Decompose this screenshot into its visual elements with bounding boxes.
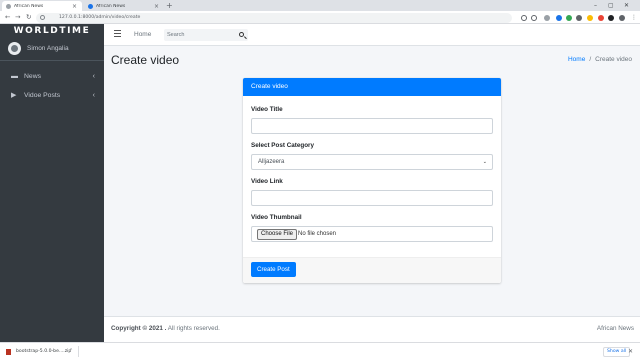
zip-file-icon <box>6 349 11 355</box>
minimize-button[interactable]: – <box>594 0 597 11</box>
video-title-label: Video Title <box>251 106 283 113</box>
footer-app-name: African News <box>596 325 634 332</box>
no-file-chosen-text: No file chosen <box>298 231 337 237</box>
reload-button[interactable]: ↻ <box>26 11 31 24</box>
close-tab-icon[interactable]: × <box>154 3 159 10</box>
search-placeholder: Search <box>167 32 185 38</box>
category-select[interactable]: Alljazeera ⌄ <box>251 154 493 170</box>
search-input[interactable]: Search <box>164 29 248 41</box>
video-thumbnail-label: Video Thumbnail <box>251 214 302 221</box>
chevron-left-icon: ‹ <box>92 73 95 80</box>
close-download-bar-icon[interactable]: ✕ <box>628 343 633 360</box>
play-icon: ▶ <box>11 92 17 99</box>
back-button[interactable]: ← <box>5 11 10 24</box>
sidebar-item-label: Vidoe Posts <box>24 92 61 99</box>
top-navbar: Home Search <box>104 24 640 46</box>
browser-menu-icon[interactable]: ⋮ <box>631 11 637 24</box>
download-separator <box>78 346 79 357</box>
address-bar[interactable]: 127.0.0.1:8000/admin/video/create <box>36 12 512 23</box>
user-panel: Simon Angalia <box>0 39 104 61</box>
extensions-puzzle-icon[interactable] <box>608 14 614 21</box>
breadcrumb: Home / Create video <box>568 55 632 65</box>
breadcrumb-separator: / <box>589 56 592 63</box>
profile-avatar[interactable] <box>619 14 625 21</box>
extension-icon[interactable] <box>576 14 582 21</box>
user-name[interactable]: Simon Angalia <box>27 39 69 59</box>
browser-toolbar: ← → ↻ 127.0.0.1:8000/admin/video/create … <box>0 11 640 24</box>
video-link-label: Video Link <box>251 178 283 185</box>
globe-icon <box>6 3 11 9</box>
video-title-input[interactable] <box>251 118 493 134</box>
breadcrumb-current: Create video <box>595 56 632 63</box>
create-video-card: Create video Video Title Select Post Cat… <box>243 78 501 283</box>
forward-button[interactable]: → <box>15 11 20 24</box>
chevron-down-icon: ⌄ <box>482 159 487 165</box>
copyright-prefix: Copyright © 2021 . <box>111 325 167 332</box>
avatar[interactable] <box>8 42 21 55</box>
copyright-text: Copyright © 2021 . All rights reserved. <box>111 317 220 341</box>
tab-title: African News <box>96 3 126 9</box>
video-link-input[interactable] <box>251 190 493 206</box>
extension-icon[interactable] <box>566 14 572 21</box>
address-url: 127.0.0.1:8000/admin/video/create <box>59 14 141 20</box>
nav-home-link[interactable]: Home <box>134 24 151 46</box>
category-selected-value: Alljazeera <box>258 159 285 165</box>
sidebar: WORLDTIME Simon Angalia ▬ News ‹ ▶ Vidoe… <box>0 24 104 342</box>
brand-logo[interactable]: WORLDTIME <box>0 24 104 38</box>
download-item[interactable]: bootstrap-5.0.0-be....zip <box>16 343 71 360</box>
browser-tab-strip: African News × African News × + – ▢ ✕ <box>0 0 640 11</box>
close-window-button[interactable]: ✕ <box>624 0 629 11</box>
choose-file-button[interactable]: Choose File <box>257 229 298 240</box>
chevron-up-icon[interactable]: ⌃ <box>69 343 73 360</box>
search-icon[interactable] <box>239 32 244 37</box>
tab-title: African News <box>14 3 44 9</box>
newspaper-icon: ▬ <box>11 73 18 80</box>
create-post-button[interactable]: Create Post <box>251 262 296 277</box>
page-favicon-icon <box>88 3 93 9</box>
category-label: Select Post Category <box>251 142 314 149</box>
sidebar-item-video-posts[interactable]: ▶ Vidoe Posts ‹ <box>4 89 100 103</box>
video-thumbnail-file-input[interactable]: Choose File No file chosen <box>251 226 493 242</box>
browser-tab[interactable]: African News × <box>84 1 164 11</box>
site-info-icon[interactable] <box>40 15 45 20</box>
card-header: Create video <box>243 78 501 96</box>
card-footer: Create Post <box>243 257 501 283</box>
download-bar: bootstrap-5.0.0-be....zip ⌃ Show all ✕ <box>0 342 640 360</box>
zoom-icon[interactable] <box>521 14 527 21</box>
chevron-left-icon: ‹ <box>92 92 95 99</box>
extension-icon[interactable] <box>598 14 604 21</box>
extension-icon[interactable] <box>556 14 562 21</box>
copyright-suffix: All rights reserved. <box>166 325 220 332</box>
breadcrumb-home-link[interactable]: Home <box>568 56 585 63</box>
sidebar-item-news[interactable]: ▬ News ‹ <box>4 70 100 84</box>
close-tab-icon[interactable]: × <box>72 3 77 10</box>
browser-tab-active[interactable]: African News × <box>2 1 82 11</box>
maximize-button[interactable]: ▢ <box>608 0 614 11</box>
bookmark-star-icon[interactable] <box>531 14 537 21</box>
extension-icon[interactable] <box>544 14 550 21</box>
page-title: Create video <box>111 53 180 67</box>
hamburger-menu-icon[interactable] <box>114 30 121 38</box>
new-tab-button[interactable]: + <box>166 1 173 11</box>
sidebar-item-label: News <box>24 73 41 80</box>
extension-icon[interactable] <box>587 14 593 21</box>
show-all-button[interactable]: Show all <box>603 347 631 357</box>
page-footer: Copyright © 2021 . All rights reserved. … <box>104 316 640 342</box>
